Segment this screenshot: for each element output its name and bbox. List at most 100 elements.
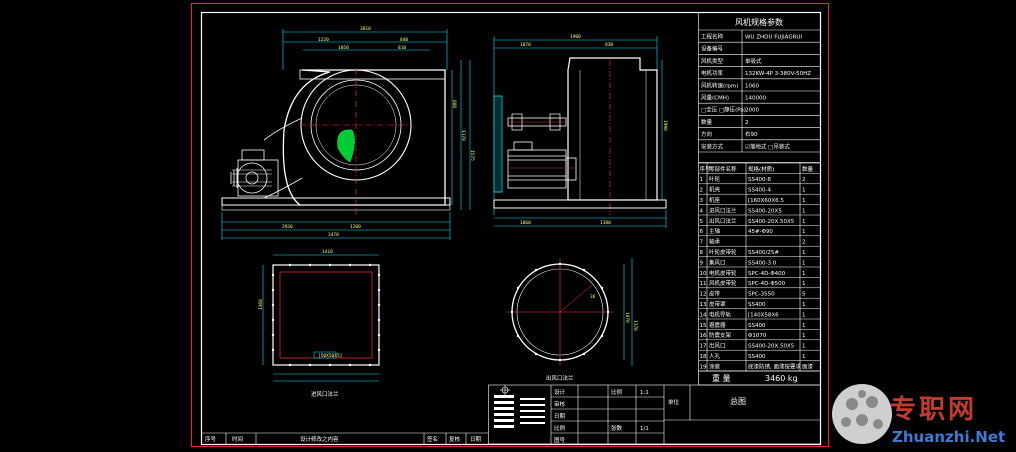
parts-cell: 18 xyxy=(700,354,707,360)
company-logo-block xyxy=(494,395,545,428)
parts-header-cell: 零部件名称 xyxy=(709,165,737,173)
spec-row-value: 1060 xyxy=(745,83,759,89)
parts-cell: 19 xyxy=(700,364,707,370)
watermark: 专职网 Zhuanzhi.Net xyxy=(832,384,1005,446)
parts-cell: 底漆防锈, 面漆按要求 xyxy=(748,362,801,370)
spec-rows: 工程名称 WU ZHOU FUJIAGRUI 设备编号风机类型 单吸式电机功率 132K… xyxy=(698,33,821,153)
svg-text:2930: 2930 xyxy=(282,224,293,230)
parts-cell: 叶轮皮带轮 xyxy=(709,248,737,256)
parts-cell: 15 xyxy=(700,323,707,329)
tb-label-4: 图号 xyxy=(554,436,566,444)
parts-cell: 2 xyxy=(700,188,704,194)
watermark-chinese: 专职网 xyxy=(890,395,977,425)
parts-cell: 电机导轨 xyxy=(709,310,732,318)
svg-text:830: 830 xyxy=(605,42,613,48)
weight-value: 3460 kg xyxy=(765,374,798,383)
tb-label-0: 设计 xyxy=(554,388,566,396)
parts-cell: SS400 xyxy=(748,302,766,308)
spec-row-label: 数量 xyxy=(701,118,713,126)
spec-row-value: 132KW-4P 3-380V-50HZ xyxy=(745,71,811,77)
parts-cell: 3 xyxy=(700,198,704,204)
parts-cell: 1 xyxy=(802,198,806,204)
parts-cell: 避震器 xyxy=(709,321,726,329)
parts-cell: 1 xyxy=(802,250,806,256)
front-view: 3010 1220 840 1050 810 880 1170 1575 293… xyxy=(221,26,475,240)
parts-cell: SS400 xyxy=(748,323,766,329)
parts-cell: 集风口 xyxy=(709,258,726,266)
unit-label: 单位 xyxy=(668,398,680,406)
spec-row-value: 右90 xyxy=(745,130,758,138)
parts-cell: SS400-4 xyxy=(748,188,771,194)
parts-cell: 17 xyxy=(700,344,707,350)
parts-cell: 12 xyxy=(700,292,707,298)
parts-cell: 出风口 xyxy=(709,342,726,350)
parts-cell: 4 xyxy=(700,208,704,214)
parts-cell: 1 xyxy=(802,302,806,308)
tb-label-2: 日期 xyxy=(554,413,566,420)
spec-row-value: ☑落地式 □吊装式 xyxy=(745,142,790,150)
svg-text:1900: 1900 xyxy=(570,34,581,40)
parts-cell: SS400/25# xyxy=(748,250,779,256)
parts-cell: 10 xyxy=(700,271,707,277)
parts-cell: SS400-8 xyxy=(748,177,771,183)
spec-row-value: 单吸式 xyxy=(745,57,762,65)
parts-cell: 机座 xyxy=(709,196,721,204)
svg-text:1380: 1380 xyxy=(600,220,611,226)
parts-cell: 5 xyxy=(802,292,806,298)
svg-text:1410: 1410 xyxy=(322,249,333,255)
parts-cell: 1 xyxy=(802,208,806,214)
spec-row-label: 安装方式 xyxy=(701,142,724,150)
spec-row-value: WU ZHOU FUJIAGRUI xyxy=(745,35,802,41)
cad-drawing-canvas: 3010 1220 840 1050 810 880 1170 1575 293… xyxy=(191,3,1005,447)
parts-cell: 面漆 xyxy=(802,362,814,370)
parts-cell: SS400-20X5 xyxy=(748,208,782,214)
parts-cell: 1 xyxy=(802,260,806,266)
svg-text:36: 36 xyxy=(590,294,596,300)
svg-text:3470: 3470 xyxy=(328,232,339,238)
spec-row-value: 2 xyxy=(745,120,749,126)
svg-text:1170: 1170 xyxy=(632,320,638,331)
parts-cell: 防震支架 xyxy=(709,331,732,339)
parts-cell: 轴承 xyxy=(709,238,721,246)
base-frame-front xyxy=(221,197,451,206)
parts-cell: Φ1070 xyxy=(748,333,767,339)
bottom-label-5: 日期 xyxy=(470,436,482,443)
parts-cell: 进风口法兰 xyxy=(709,206,737,214)
spec-row-label: 电机功率 xyxy=(701,69,724,77)
parts-cell: 2 xyxy=(802,177,806,183)
parts-cell: 1 xyxy=(802,281,806,287)
parts-cell: 风机皮带轮 xyxy=(709,279,737,287)
parts-cell: 5 xyxy=(700,219,704,225)
parts-cell: 人孔 xyxy=(709,352,721,360)
motor-side xyxy=(507,141,577,189)
svg-text:1360: 1360 xyxy=(258,299,264,310)
parts-header-cell: 规格(材质) xyxy=(748,165,774,173)
parts-cell: 1 xyxy=(700,177,704,183)
parts-cell: 1 xyxy=(802,312,806,318)
parts-cell: 14 xyxy=(700,312,707,318)
spec-row-label: 风量(CMH) xyxy=(701,95,729,102)
parts-cell: 皮带 xyxy=(709,290,721,298)
parts-cell: 45#-Φ90 xyxy=(748,229,773,235)
impeller-blade xyxy=(337,129,355,163)
parts-cell: 7 xyxy=(700,240,704,246)
drawing-name: 总图 xyxy=(730,396,746,406)
parts-rows: 序号零部件名称 规格(材质) 数量1 叶轮 SS400-8 22 机壳 SS400-4 13 机座… xyxy=(698,165,821,370)
base-frame-side xyxy=(493,199,667,209)
spec-row-label: 工程名称 xyxy=(701,33,724,41)
spec-row-value: 140000 xyxy=(745,96,766,102)
spec-row-label: 风机转速(rpm) xyxy=(701,81,738,89)
svg-text:1070: 1070 xyxy=(624,312,630,323)
parts-cell: 16 xyxy=(700,333,707,339)
parts-cell: 8 xyxy=(700,250,704,256)
scale-label: 比例 xyxy=(611,388,623,396)
svg-text:1990: 1990 xyxy=(662,120,668,131)
parts-cell: 电机皮带轮 xyxy=(709,269,737,277)
svg-text:1200: 1200 xyxy=(350,224,361,230)
tb-label-3: 比例 xyxy=(554,424,566,432)
bottom-label-4: 复核 xyxy=(449,435,461,443)
parts-cell: [140X58X6 xyxy=(748,312,779,318)
parts-cell: 6 xyxy=(700,229,704,235)
svg-text:1575: 1575 xyxy=(469,150,475,161)
outlet-flange-view: 1070 1170 36 出风口法兰 xyxy=(506,258,638,382)
